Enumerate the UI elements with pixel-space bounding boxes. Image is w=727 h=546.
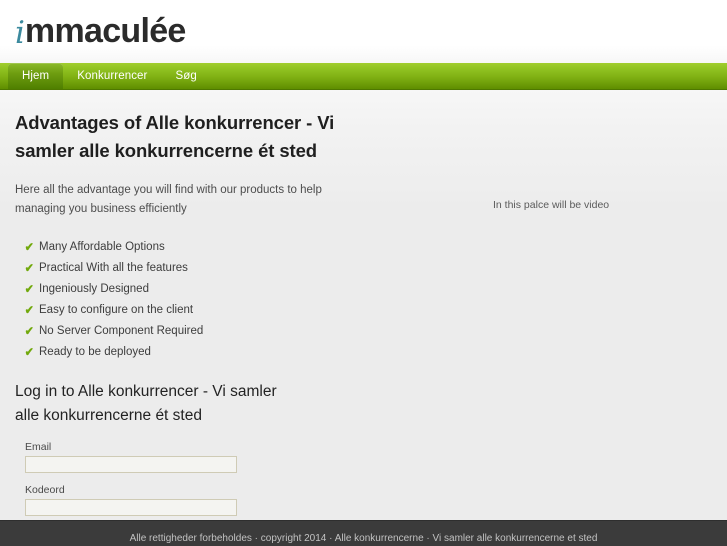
- nav-item-konkurrencer[interactable]: Konkurrencer: [63, 63, 161, 89]
- main-navigation: Hjem Konkurrencer Søg: [0, 63, 727, 90]
- site-logo[interactable]: immaculée: [15, 14, 186, 48]
- site-footer: Alle rettigheder forbeholdes · copyright…: [0, 520, 727, 546]
- email-label: Email: [25, 441, 712, 453]
- advantages-list: ✔ Many Affordable Options ✔ Practical Wi…: [15, 236, 712, 362]
- check-icon: ✔: [25, 262, 39, 274]
- advantage-label: Ready to be deployed: [39, 346, 151, 358]
- list-item: ✔ Easy to configure on the client: [24, 299, 712, 320]
- list-item: ✔ Practical With all the features: [24, 257, 712, 278]
- page-title: Advantages of Alle konkurrencer - Vi sam…: [15, 90, 385, 165]
- site-header: immaculée: [0, 0, 727, 63]
- password-field[interactable]: [25, 499, 237, 516]
- nav-item-hjem[interactable]: Hjem: [8, 63, 63, 89]
- check-icon: ✔: [25, 346, 39, 358]
- check-icon: ✔: [25, 241, 39, 253]
- advantage-label: Practical With all the features: [39, 262, 188, 274]
- logo-accent-letter: i: [15, 15, 25, 51]
- footer-copyright: Alle rettigheder forbeholdes · copyright…: [0, 521, 727, 546]
- page-content: Advantages of Alle konkurrencer - Vi sam…: [0, 90, 727, 546]
- list-item: ✔ Many Affordable Options: [24, 236, 712, 257]
- nav-item-soeg[interactable]: Søg: [161, 63, 210, 89]
- advantage-label: Easy to configure on the client: [39, 304, 193, 316]
- check-icon: ✔: [25, 304, 39, 316]
- logo-wordmark: mmaculée: [25, 12, 186, 50]
- login-section-title: Log in to Alle konkurrencer - Vi samler …: [15, 380, 295, 428]
- advantage-label: No Server Component Required: [39, 325, 203, 337]
- advantage-label: Many Affordable Options: [39, 241, 165, 253]
- check-icon: ✔: [25, 283, 39, 295]
- password-label: Kodeord: [25, 484, 712, 496]
- check-icon: ✔: [25, 325, 39, 337]
- list-item: ✔ No Server Component Required: [24, 320, 712, 341]
- page-intro-text: Here all the advantage you will find wit…: [15, 181, 375, 218]
- list-item: ✔ Ready to be deployed: [24, 341, 712, 362]
- email-field[interactable]: [25, 456, 237, 473]
- video-placeholder-note: In this palce will be video: [493, 199, 609, 211]
- advantage-label: Ingeniously Designed: [39, 283, 149, 295]
- list-item: ✔ Ingeniously Designed: [24, 278, 712, 299]
